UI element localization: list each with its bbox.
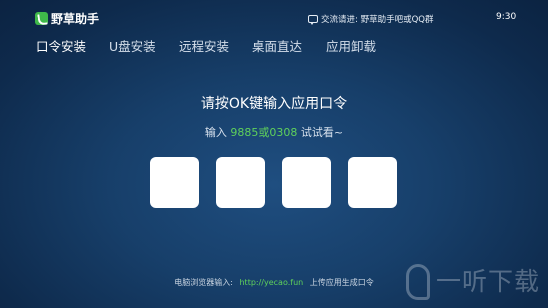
tab-code-install[interactable]: 口令安装 [36,36,86,55]
tab-bar: 口令安装 U盘安装 远程安装 桌面直达 应用卸载 [0,36,548,60]
app-logo-icon [35,11,48,25]
app-logo: 野草助手 [35,10,99,26]
hint-suffix: 试试看~ [300,126,344,139]
tab-desktop-direct[interactable]: 桌面直达 [252,36,302,55]
app-name: 野草助手 [51,11,100,26]
code-input-group [0,157,548,208]
contact-info: 交流请进: 野草助手吧或QQ群 [308,12,488,26]
code-digit-box-3[interactable] [282,157,331,208]
page-heading: 请按OK键输入应用口令 [200,96,348,112]
footer-suffix: 上传应用生成口令 [309,278,374,287]
code-digit-box-1[interactable] [150,157,199,208]
tab-remote-install[interactable]: 远程安装 [179,36,229,55]
hint-prefix: 输入 [204,126,227,139]
tab-app-uninstall[interactable]: 应用卸载 [326,36,376,55]
footer-url: http://yecao.fun [239,278,304,287]
watermark-text: 一听下载 [436,267,541,296]
clock: 9:30 [496,12,517,22]
watermark: 一听下载 [404,256,540,304]
code-digit-box-2[interactable] [216,157,265,208]
top-bar: 野草助手 交流请进: 野草助手吧或QQ群 9:30 [0,0,548,34]
tab-usb-install[interactable]: U盘安装 [109,36,156,55]
hint-code: 9885或0308 [230,126,298,139]
contact-text: 交流请进: 野草助手吧或QQ群 [321,15,434,25]
chat-bubble-icon [308,15,318,25]
code-hint: 输入 9885或0308 试试看~ [0,124,548,140]
watermark-logo-icon [404,262,430,300]
code-digit-box-4[interactable] [348,157,397,208]
footer-prefix: 电脑浏览器输入: [174,278,233,287]
